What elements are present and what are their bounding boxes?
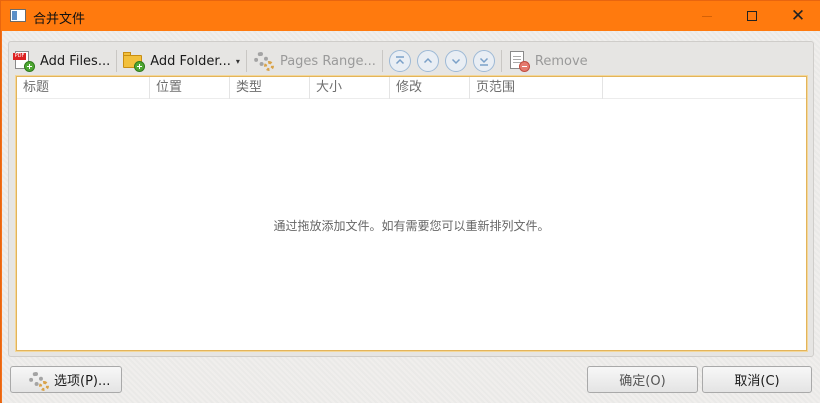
window-title: 合并文件 — [33, 12, 86, 27]
add-files-label: Add Files... — [40, 53, 111, 69]
add-folder-button[interactable]: Add Folder... ▾ — [120, 47, 243, 75]
cancel-button[interactable]: 取消(C) — [702, 366, 812, 393]
column-header-type[interactable]: 类型 — [230, 77, 310, 99]
add-folder-label: Add Folder... — [150, 53, 231, 69]
maximize-icon — [747, 11, 757, 21]
remove-label: Remove — [534, 53, 588, 69]
gear-icon — [253, 50, 275, 72]
toolbar-separator — [245, 50, 247, 72]
minimize-icon — [702, 15, 712, 17]
options-button[interactable]: 选项(P)... — [10, 366, 122, 393]
move-to-top-icon — [395, 56, 404, 65]
pages-range-label: Pages Range... — [279, 53, 376, 69]
column-header-location[interactable]: 位置 — [150, 77, 230, 99]
add-pdf-file-icon: PDF — [13, 50, 35, 72]
remove-file-icon — [508, 50, 530, 72]
toolbar: PDF Add Files... Add Folder... ▾ Pages R… — [10, 46, 806, 76]
chevron-down-icon[interactable]: ▾ — [236, 57, 240, 66]
column-header-modified[interactable]: 修改 — [390, 77, 470, 99]
file-list[interactable]: 标题 位置 类型 大小 修改 页范围 通过拖放添加文件。如有需要您可以重新排列文… — [16, 76, 807, 351]
list-header: 标题 位置 类型 大小 修改 页范围 — [17, 77, 806, 99]
move-to-bottom-button[interactable] — [472, 50, 495, 72]
toolbar-separator — [381, 50, 383, 72]
move-up-button[interactable] — [416, 50, 439, 72]
move-to-bottom-icon — [479, 57, 488, 66]
move-up-icon — [423, 57, 432, 64]
add-files-button[interactable]: PDF Add Files... — [10, 47, 113, 75]
move-down-icon — [451, 58, 460, 65]
toolbar-separator — [116, 50, 118, 72]
dialog-body: PDF Add Files... Add Folder... ▾ Pages R… — [2, 31, 820, 403]
minimize-button[interactable] — [684, 1, 730, 31]
move-to-top-button[interactable] — [388, 50, 411, 72]
empty-list-message: 通过拖放添加文件。如有需要您可以重新排列文件。 — [273, 219, 550, 233]
column-header-page-range[interactable]: 页范围 — [470, 77, 603, 99]
close-button[interactable]: ✕ — [775, 1, 820, 31]
pages-range-button[interactable]: Pages Range... — [250, 47, 379, 75]
move-down-button[interactable] — [444, 50, 467, 72]
add-folder-icon — [123, 50, 146, 72]
title-bar[interactable]: 合并文件 ✕ — [1, 1, 820, 31]
remove-button[interactable]: Remove — [505, 47, 591, 75]
gear-icon — [28, 370, 49, 391]
column-header-title[interactable]: 标题 — [17, 77, 150, 99]
close-icon: ✕ — [790, 5, 806, 26]
ok-button[interactable]: 确定(O) — [587, 366, 698, 393]
options-label: 选项(P)... — [54, 374, 111, 389]
app-window-icon — [10, 9, 26, 22]
toolbar-separator — [500, 50, 502, 72]
merge-files-dialog: 合并文件 ✕ PDF Add Files... Add Folder... ▾ … — [0, 0, 820, 403]
column-header-size[interactable]: 大小 — [310, 77, 390, 99]
maximize-button[interactable] — [729, 1, 775, 31]
